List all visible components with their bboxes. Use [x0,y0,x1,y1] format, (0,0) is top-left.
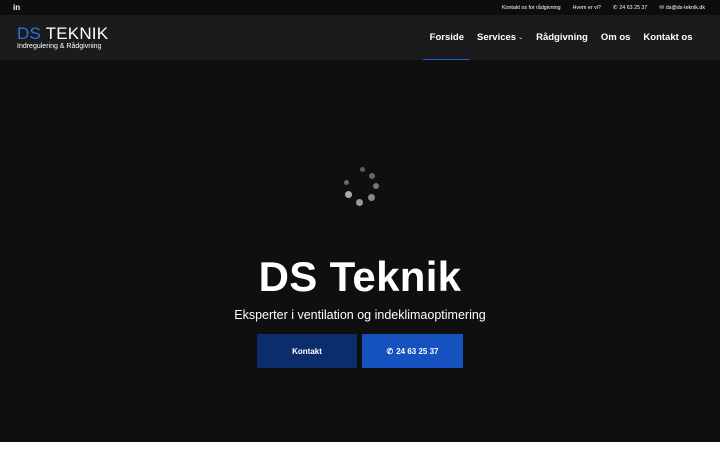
top-link-email[interactable]: ✉ ds@ds-teknik.dk [659,5,705,11]
nav-item-about[interactable]: Om os [594,15,637,60]
top-link-who[interactable]: Hvem er vi? [573,5,601,11]
site-header: DS TEKNIK Indregulering & Rådgivning For… [0,15,720,60]
phone-button[interactable]: ✆ 24 63 25 37 [362,334,463,368]
spinner-dot [373,183,379,189]
nav-item-contact[interactable]: Kontakt os [637,15,699,60]
envelope-icon: ✉ [659,4,664,11]
main-nav: Forside Services ⌄ Rådgivning Om os Kont… [423,15,699,60]
logo-ds: DS [17,24,42,43]
nav-item-home[interactable]: Forside [423,15,471,60]
top-link-consult[interactable]: Kontakt os for rådgivning [502,5,561,11]
loading-spinner-icon [338,165,380,207]
phone-icon: ✆ [386,346,394,356]
hero-subtitle: Eksperter i ventilation og indeklimaopti… [234,308,486,322]
logo-wordmark: DS TEKNIK [17,25,108,42]
spinner-dot [369,173,375,179]
logo-tagline: Indregulering & Rådgivning [17,43,102,50]
spinner-dot [360,167,365,172]
nav-item-services[interactable]: Services ⌄ [470,15,529,60]
top-phone-label: 24 63 25 37 [619,4,648,11]
spinner-dot [344,180,349,185]
nav-item-advice[interactable]: Rådgivning [530,15,595,60]
top-email-label: ds@ds-teknik.dk [665,4,705,11]
nav-services-label: Services [476,32,517,43]
top-links: Kontakt os for rådgivning Hvem er vi? ✆ … [502,5,705,11]
logo[interactable]: DS TEKNIK Indregulering & Rådgivning [17,25,108,50]
contact-button[interactable]: Kontakt [257,334,357,368]
top-bar: in Kontakt os for rådgivning Hvem er vi?… [0,0,720,15]
phone-icon: ✆ [612,4,618,11]
hero-title: DS Teknik [258,253,462,300]
top-link-phone[interactable]: ✆ 24 63 25 37 [613,5,647,11]
hero-section: DS Teknik Eksperter i ventilation og ind… [0,60,720,442]
chevron-down-icon: ⌄ [518,35,524,41]
spinner-dot [368,194,375,201]
page-bottom-strip [0,442,720,450]
logo-teknik: TEKNIK [45,24,109,43]
spinner-dot [345,191,352,198]
spinner-dot [356,199,363,206]
linkedin-icon[interactable]: in [13,3,20,12]
phone-button-label: 24 63 25 37 [396,346,439,356]
